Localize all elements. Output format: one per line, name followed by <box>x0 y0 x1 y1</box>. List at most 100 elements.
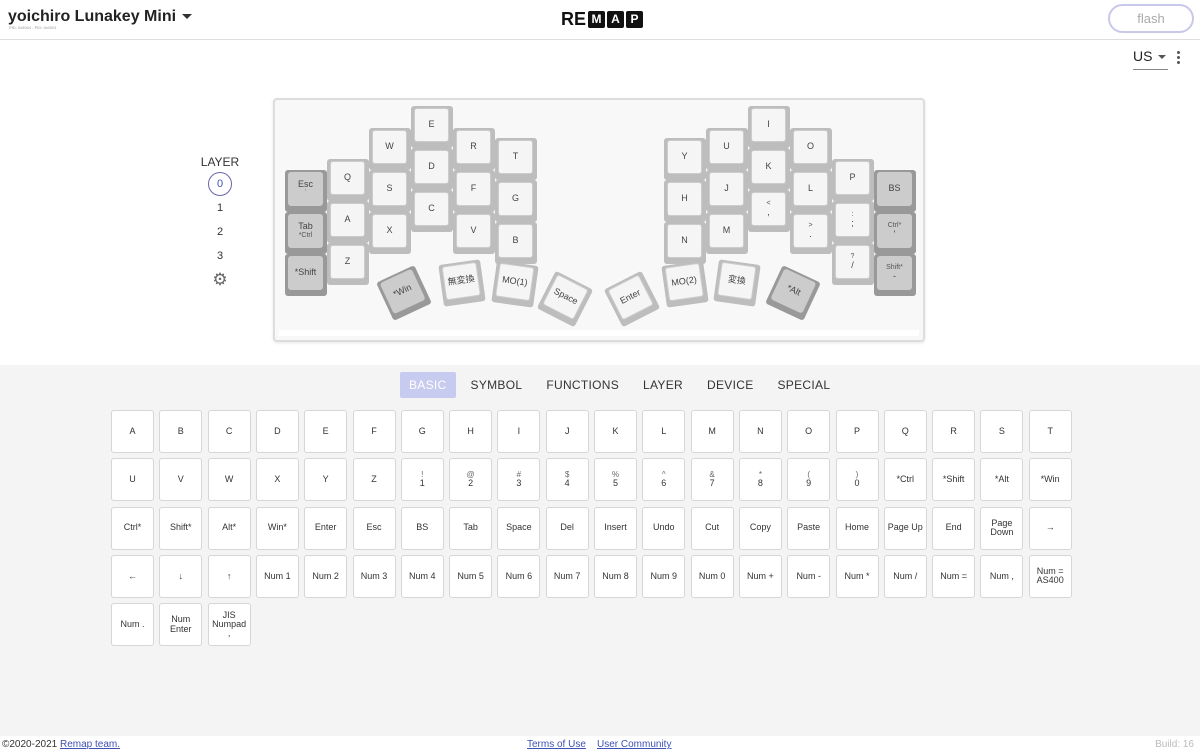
community-link[interactable]: User Community <box>597 739 671 750</box>
palette-key[interactable]: I <box>497 410 541 453</box>
keymap-key[interactable]: >. <box>790 212 832 254</box>
palette-key[interactable]: F <box>352 410 396 453</box>
palette-key[interactable]: Tab <box>449 506 493 550</box>
tab-device[interactable]: DEVICE <box>698 372 762 398</box>
palette-key[interactable]: Home <box>835 506 879 550</box>
palette-key[interactable]: A <box>111 410 154 453</box>
terms-link[interactable]: Terms of Use <box>527 739 586 750</box>
keymap-key[interactable]: F <box>453 170 495 212</box>
keymap-key[interactable]: Esc ` <box>285 170 327 212</box>
keymap-key[interactable]: O <box>790 128 832 170</box>
palette-key[interactable]: Num * <box>835 554 879 598</box>
palette-key[interactable]: Num 2 <box>304 554 348 598</box>
palette-key[interactable]: Cut <box>690 506 734 550</box>
palette-key[interactable]: Num = AS400 <box>1028 554 1072 598</box>
palette-key[interactable]: Enter <box>304 506 348 550</box>
keymap-key[interactable]: Enter <box>603 270 661 328</box>
keymap-key[interactable]: Q <box>327 159 369 201</box>
keymap-key[interactable]: H <box>664 180 706 222</box>
palette-key[interactable]: G <box>400 410 444 453</box>
keymap-key[interactable]: MO(2) <box>661 260 709 308</box>
palette-key[interactable]: Insert <box>594 506 637 550</box>
layer-0-button[interactable]: 0 <box>208 172 232 196</box>
keymap-key[interactable]: C <box>411 190 453 232</box>
keymap-key[interactable]: 無変換 <box>438 259 486 307</box>
keymap-key[interactable]: J <box>706 170 748 212</box>
keymap-key[interactable]: K <box>748 148 790 190</box>
keymap-key[interactable]: BS <box>874 170 916 212</box>
keymap-key[interactable]: P <box>832 159 874 201</box>
palette-key[interactable]: Num + <box>738 554 782 598</box>
palette-key[interactable]: BS <box>400 506 444 550</box>
palette-key[interactable]: P <box>835 410 879 453</box>
palette-key[interactable]: Page Down <box>980 506 1024 550</box>
gear-icon[interactable]: ⚙ <box>210 270 230 290</box>
palette-key[interactable]: M <box>690 410 734 453</box>
keymap-key[interactable]: M <box>706 212 748 254</box>
palette-key[interactable]: Num 8 <box>594 554 637 598</box>
palette-key[interactable]: ← <box>111 554 154 598</box>
palette-key[interactable]: Num 1 <box>255 554 299 598</box>
palette-key[interactable]: ↑ <box>207 554 251 598</box>
layer-2-button[interactable]: 2 <box>208 220 232 244</box>
keymap-key[interactable]: Tab *Ctrl <box>285 212 327 254</box>
layer-1-button[interactable]: 1 <box>208 196 232 220</box>
palette-key[interactable]: Num , <box>980 554 1024 598</box>
keyboard-selector[interactable]: yoichiro Lunakey Mini <box>8 8 193 26</box>
palette-key[interactable]: → <box>1028 506 1072 550</box>
palette-key[interactable]: *Alt <box>980 458 1024 502</box>
palette-key[interactable]: O <box>787 410 831 453</box>
keymap-key[interactable]: *Shift <box>285 254 327 296</box>
keymap-key[interactable]: B <box>495 222 537 264</box>
keymap-key[interactable]: *Alt <box>765 265 821 321</box>
keymap-key[interactable]: U <box>706 128 748 170</box>
palette-key[interactable]: C <box>207 410 251 453</box>
palette-key[interactable]: @2 <box>449 458 493 502</box>
palette-key[interactable]: ) 0 <box>835 458 879 502</box>
keymap-key[interactable]: Space <box>536 270 594 328</box>
tab-basic[interactable]: BASIC <box>400 372 456 398</box>
palette-key[interactable]: *Ctrl <box>883 458 927 502</box>
palette-key[interactable]: Num = <box>932 554 976 598</box>
keymap-key[interactable]: E <box>411 106 453 148</box>
palette-key[interactable]: H <box>449 410 493 453</box>
palette-key[interactable]: End <box>932 506 976 550</box>
keyboard-layout-select[interactable]: US <box>1133 48 1168 70</box>
palette-key[interactable]: Num 9 <box>642 554 686 598</box>
palette-key[interactable]: Space <box>497 506 541 550</box>
palette-key[interactable]: Num 6 <box>497 554 541 598</box>
palette-key[interactable]: JIS Numpad, <box>207 603 251 647</box>
keymap-key[interactable]: *Win <box>376 265 432 321</box>
palette-key[interactable]: Num Enter <box>159 603 203 647</box>
keymap-key[interactable]: Ctrl* ' <box>874 212 916 254</box>
keymap-key[interactable]: X <box>369 212 411 254</box>
palette-key[interactable]: S <box>980 410 1024 453</box>
palette-key[interactable]: Num 0 <box>690 554 734 598</box>
palette-key[interactable]: V <box>159 458 203 502</box>
tab-layer[interactable]: LAYER <box>634 372 692 398</box>
keymap-key[interactable]: V <box>453 212 495 254</box>
keymap-key[interactable]: G <box>495 180 537 222</box>
tab-functions[interactable]: FUNCTIONS <box>537 372 628 398</box>
palette-key[interactable]: D <box>255 410 299 453</box>
palette-key[interactable]: ! 1 <box>400 458 444 502</box>
palette-key[interactable]: T <box>1028 410 1072 453</box>
keymap-key[interactable]: D <box>411 148 453 190</box>
palette-key[interactable]: Paste <box>787 506 831 550</box>
palette-key[interactable]: Alt* <box>207 506 251 550</box>
palette-key[interactable]: Copy <box>738 506 782 550</box>
keymap-key[interactable]: N <box>664 222 706 264</box>
keymap-key[interactable]: S <box>369 170 411 212</box>
palette-key[interactable]: #3 <box>497 458 541 502</box>
remap-team-link[interactable]: Remap team. <box>60 739 120 750</box>
palette-key[interactable]: ^ 6 <box>642 458 686 502</box>
keymap-key[interactable]: A <box>327 201 369 243</box>
palette-key[interactable]: W <box>207 458 251 502</box>
keymap-key[interactable]: Z <box>327 243 369 285</box>
palette-key[interactable]: Num . <box>111 603 154 647</box>
palette-key[interactable]: *Win <box>1028 458 1072 502</box>
keymap-key[interactable]: R <box>453 128 495 170</box>
palette-key[interactable]: Num 5 <box>449 554 493 598</box>
palette-key[interactable]: Num - <box>787 554 831 598</box>
palette-key[interactable]: * 8 <box>738 458 782 502</box>
